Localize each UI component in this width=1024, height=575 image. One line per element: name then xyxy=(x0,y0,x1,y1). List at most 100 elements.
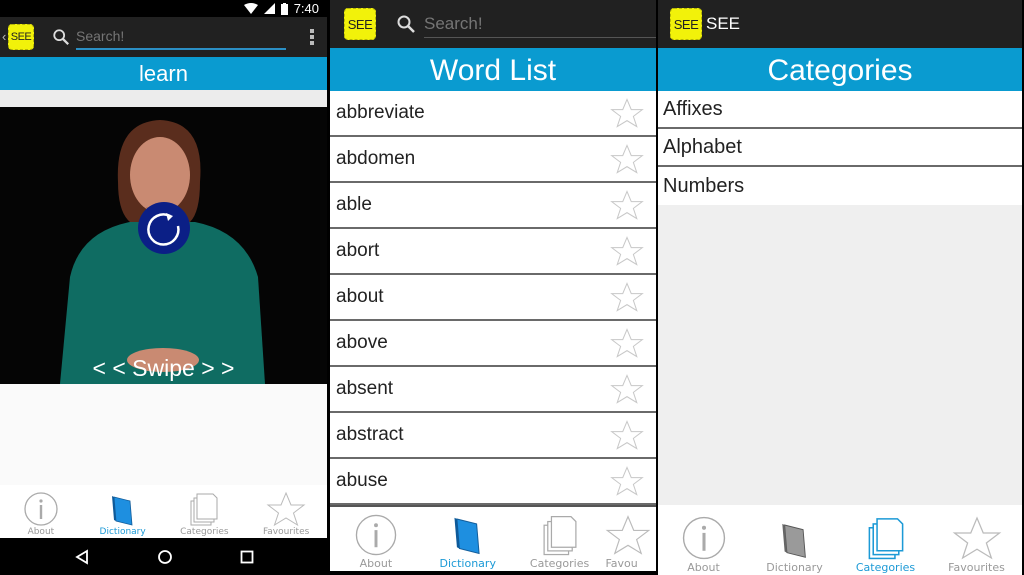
word-list-item[interactable]: abort xyxy=(330,229,656,275)
tab-about[interactable]: About xyxy=(0,485,82,538)
pages-icon xyxy=(190,493,218,526)
favourite-star-icon[interactable] xyxy=(610,188,644,222)
system-nav-bar xyxy=(0,538,327,575)
tab-dictionary[interactable]: Dictionary xyxy=(82,485,164,538)
clock: 7:40 xyxy=(293,1,319,16)
signal-icon xyxy=(263,3,275,14)
search-input[interactable] xyxy=(76,28,286,44)
word-list-screen: SEE Word List abbreviate abdomen able abort… xyxy=(330,0,656,571)
category-list-item[interactable]: Numbers xyxy=(658,167,1022,205)
search-field[interactable] xyxy=(424,10,656,38)
app-name: SEE xyxy=(706,14,741,33)
tab-favourites[interactable]: Favourites xyxy=(245,485,327,538)
replay-icon xyxy=(147,213,180,246)
favourite-star-icon[interactable] xyxy=(610,96,644,130)
word-label: abdomen xyxy=(336,148,416,169)
word-label: above xyxy=(336,332,388,353)
app-logo[interactable]: SEE xyxy=(344,8,376,40)
word-list-item[interactable]: above xyxy=(330,321,656,367)
favourite-star-icon[interactable] xyxy=(610,280,644,314)
word-list-item[interactable]: absent xyxy=(330,367,656,413)
favourite-star-icon[interactable] xyxy=(610,234,644,268)
favourite-star-icon[interactable] xyxy=(610,142,644,176)
word-list: abbreviate abdomen able abort about above abse… xyxy=(330,91,656,505)
pages-icon xyxy=(543,516,577,556)
tab-about[interactable]: About xyxy=(658,505,749,575)
tab-label: Categories xyxy=(855,561,916,574)
word-list-item[interactable]: abbreviate xyxy=(330,91,656,137)
tab-favourites[interactable]: Favou xyxy=(605,507,656,571)
tab-favourites[interactable]: Favourites xyxy=(931,505,1022,575)
tab-categories[interactable]: Categories xyxy=(164,485,246,538)
word-list-item[interactable]: abdomen xyxy=(330,137,656,183)
overflow-menu-icon[interactable] xyxy=(310,29,315,45)
tab-dictionary[interactable]: Dictionary xyxy=(749,505,840,575)
tab-label: Categories xyxy=(529,557,590,570)
back-chevron-icon[interactable]: ‹ xyxy=(2,29,6,44)
favourite-star-icon[interactable] xyxy=(610,326,644,360)
swipe-hint: < < Swipe > > xyxy=(92,355,235,381)
info-icon xyxy=(24,492,58,526)
tab-label: Favourites xyxy=(262,527,310,537)
tab-dictionary[interactable]: Dictionary xyxy=(422,507,514,571)
search-field[interactable] xyxy=(76,24,286,50)
favourite-star-icon[interactable] xyxy=(610,372,644,406)
tab-label: Favou xyxy=(605,557,638,570)
tab-label: Dictionary xyxy=(439,557,496,570)
tab-categories[interactable]: Categories xyxy=(840,505,931,575)
word-list-item[interactable]: abstract xyxy=(330,413,656,459)
favourite-star-icon[interactable] xyxy=(610,418,644,452)
tab-label: Categories xyxy=(180,527,229,537)
pages-icon xyxy=(868,518,903,560)
tab-label: About xyxy=(359,557,393,570)
word-label: about xyxy=(336,286,384,307)
wifi-icon xyxy=(243,3,258,14)
action-bar: ‹ SEE xyxy=(0,17,327,57)
info-icon xyxy=(682,516,725,560)
action-bar: SEE SEE xyxy=(658,0,1022,48)
page-title: Word List xyxy=(330,48,656,91)
word-list-item[interactable]: able xyxy=(330,183,656,229)
category-list-item[interactable]: Affixes xyxy=(658,91,1022,129)
bottom-tab-bar: About Dictionary Categories Favourites xyxy=(658,505,1022,575)
tab-label: About xyxy=(27,527,55,537)
search-icon xyxy=(53,29,69,45)
app-logo[interactable]: SEE xyxy=(8,24,34,50)
tab-label: Dictionary xyxy=(99,527,146,537)
word-list-item[interactable]: about xyxy=(330,275,656,321)
tab-label: Favourites xyxy=(948,561,1005,574)
word-label: abstract xyxy=(336,424,404,445)
book-icon xyxy=(454,517,480,555)
back-icon[interactable] xyxy=(74,548,90,565)
home-icon[interactable] xyxy=(157,549,173,565)
action-bar: SEE xyxy=(330,0,656,48)
replay-button[interactable] xyxy=(138,202,190,254)
category-list: Affixes Alphabet Numbers xyxy=(658,91,1022,205)
categories-screen: SEE SEE Categories Affixes Alphabet Number… xyxy=(658,0,1022,575)
tab-about[interactable]: About xyxy=(330,507,422,571)
word-list-item[interactable]: abuse xyxy=(330,459,656,505)
word-label: abbreviate xyxy=(336,102,425,123)
star-icon xyxy=(606,515,651,555)
bottom-tab-bar: About Dictionary Categories Favou xyxy=(330,505,656,571)
tab-label: About xyxy=(687,561,720,574)
star-icon xyxy=(266,491,306,527)
word-label: able xyxy=(336,194,372,215)
status-bar: 7:40 xyxy=(0,0,327,17)
star-icon xyxy=(952,516,1001,560)
tab-categories[interactable]: Categories xyxy=(514,507,606,571)
book-icon xyxy=(781,523,806,558)
category-list-item[interactable]: Alphabet xyxy=(658,129,1022,167)
recents-icon[interactable] xyxy=(240,550,254,564)
page-title: learn xyxy=(0,57,327,90)
favourite-star-icon[interactable] xyxy=(610,464,644,498)
word-label: abort xyxy=(336,240,380,261)
page-title: Categories xyxy=(658,48,1022,91)
search-input[interactable] xyxy=(424,13,656,34)
battery-icon xyxy=(280,2,288,15)
sign-video[interactable]: < < Swipe > > xyxy=(0,107,327,384)
search-icon xyxy=(397,15,415,33)
word-label: abuse xyxy=(336,470,388,491)
learn-screen: 7:40 ‹ SEE learn < < Swipe > > About xyxy=(0,0,327,575)
app-logo[interactable]: SEE xyxy=(670,8,702,40)
